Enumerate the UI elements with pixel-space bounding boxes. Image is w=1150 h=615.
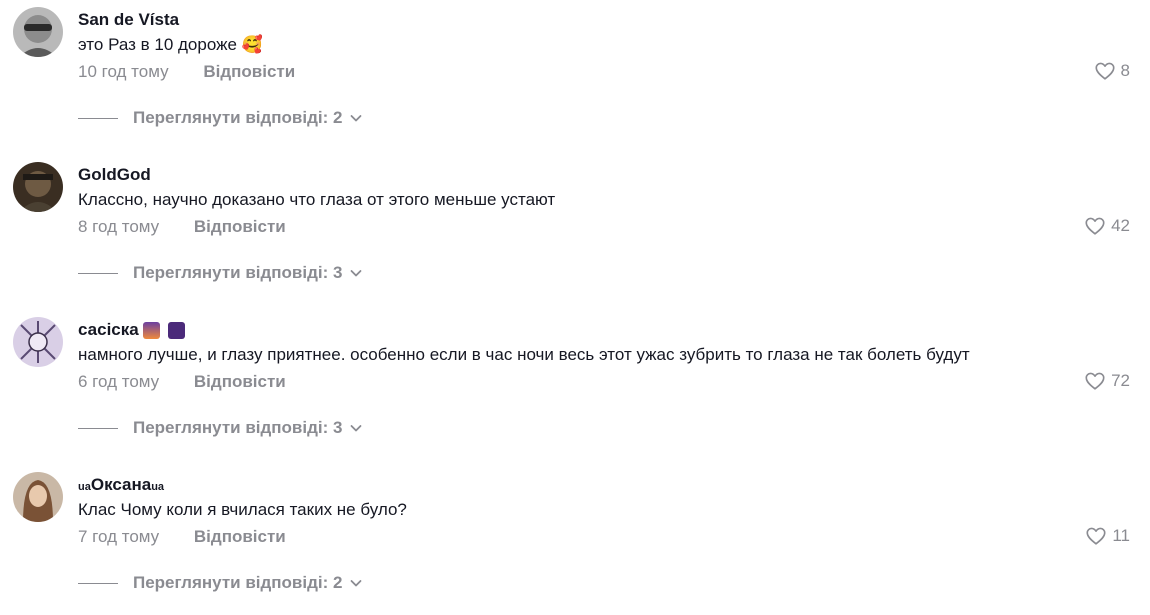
username[interactable]: сасіска — [78, 320, 185, 340]
timestamp: 7 год тому — [78, 527, 160, 546]
reply-button[interactable]: Відповісти — [194, 527, 286, 546]
view-replies-label: Переглянути відповіді: 3 — [133, 418, 343, 437]
reply-button[interactable]: Відповісти — [194, 372, 286, 391]
avatar[interactable] — [13, 7, 63, 57]
comment-text: намного лучше, и глазу приятнее. особенн… — [78, 345, 970, 364]
like-button[interactable]: 8 — [1094, 60, 1130, 82]
comment-meta: 8 год тому Відповісти — [78, 217, 286, 237]
comment-meta: 10 год тому Відповісти — [78, 62, 295, 82]
timestamp: 8 год тому — [78, 217, 160, 236]
username[interactable]: San de Vísta — [78, 10, 179, 30]
like-count: 8 — [1120, 61, 1130, 80]
view-replies-button[interactable]: Переглянути відповіді: 2 — [78, 108, 364, 128]
chevron-down-icon — [351, 425, 362, 432]
like-count: 42 — [1111, 216, 1130, 235]
comment-meta: 6 год тому Відповісти — [78, 372, 286, 392]
username[interactable]: ua Оксана ua — [78, 475, 164, 495]
like-button[interactable]: 72 — [1084, 370, 1130, 392]
username[interactable]: GoldGod — [78, 165, 151, 185]
comment-meta: 7 год тому Відповісти — [78, 527, 286, 547]
comment-item: GoldGod Классно, научно доказано что гла… — [0, 155, 1150, 305]
divider — [78, 117, 118, 119]
divider — [78, 427, 118, 429]
avatar[interactable] — [13, 472, 63, 522]
heart-outline-icon — [1085, 217, 1105, 235]
avatar[interactable] — [13, 317, 63, 367]
like-count: 72 — [1111, 371, 1130, 390]
view-replies-label: Переглянути відповіді: 3 — [133, 263, 343, 282]
view-replies-label: Переглянути відповіді: 2 — [133, 573, 343, 592]
divider — [78, 272, 118, 274]
heart-outline-icon — [1085, 372, 1105, 390]
heart-outline-icon — [1094, 62, 1115, 80]
reply-button[interactable]: Відповісти — [203, 62, 295, 81]
view-replies-button[interactable]: Переглянути відповіді: 3 — [78, 418, 364, 438]
view-replies-button[interactable]: Переглянути відповіді: 3 — [78, 263, 364, 283]
heart-outline-icon — [1086, 527, 1106, 545]
reply-button[interactable]: Відповісти — [194, 217, 286, 236]
comment-item: ua Оксана ua Клас Чому коли я вчилася та… — [0, 465, 1150, 615]
chevron-down-icon — [351, 115, 362, 122]
like-count: 11 — [1112, 526, 1130, 545]
timestamp: 6 год тому — [78, 372, 160, 391]
divider — [78, 582, 118, 584]
comment-item: сасіска намного лучше, и глазу приятнее.… — [0, 310, 1150, 460]
avatar[interactable] — [13, 162, 63, 212]
view-replies-label: Переглянути відповіді: 2 — [133, 108, 343, 127]
comment-text: Клас Чому коли я вчилася таких не було? — [78, 500, 407, 519]
comment-item: San de Vísta это Раз в 10 дороже 🥰 10 го… — [0, 0, 1150, 150]
comment-text: Классно, научно доказано что глаза от эт… — [78, 190, 556, 209]
username-prefix: ua — [78, 480, 91, 493]
night-emoji-icon — [167, 321, 185, 339]
chevron-down-icon — [351, 270, 362, 277]
sunset-emoji-icon — [142, 321, 160, 339]
comment-text: это Раз в 10 дороже 🥰 — [78, 35, 263, 54]
username-suffix: ua — [151, 480, 165, 493]
view-replies-button[interactable]: Переглянути відповіді: 2 — [78, 573, 364, 593]
like-button[interactable]: 11 — [1085, 525, 1130, 547]
like-button[interactable]: 42 — [1084, 215, 1130, 237]
timestamp: 10 год тому — [78, 62, 169, 81]
chevron-down-icon — [351, 580, 362, 587]
